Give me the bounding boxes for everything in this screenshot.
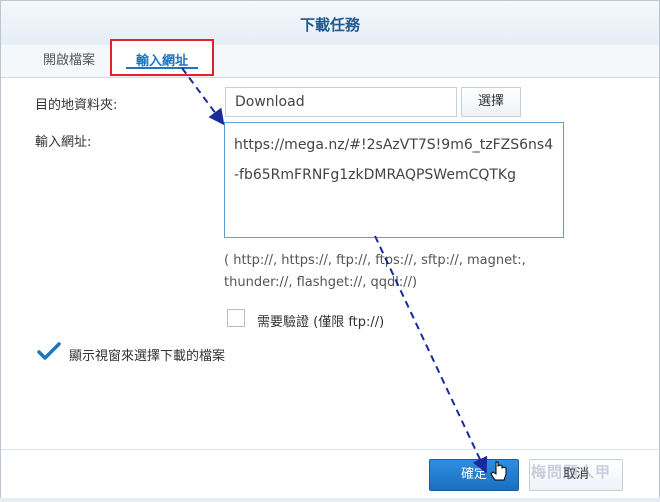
annotation-arrow-to-ok-button [374,235,488,474]
mouse-pointer-icon [490,461,507,481]
annotation-overlay [181,67,507,481]
annotation-arrow-to-url-field [181,67,225,126]
